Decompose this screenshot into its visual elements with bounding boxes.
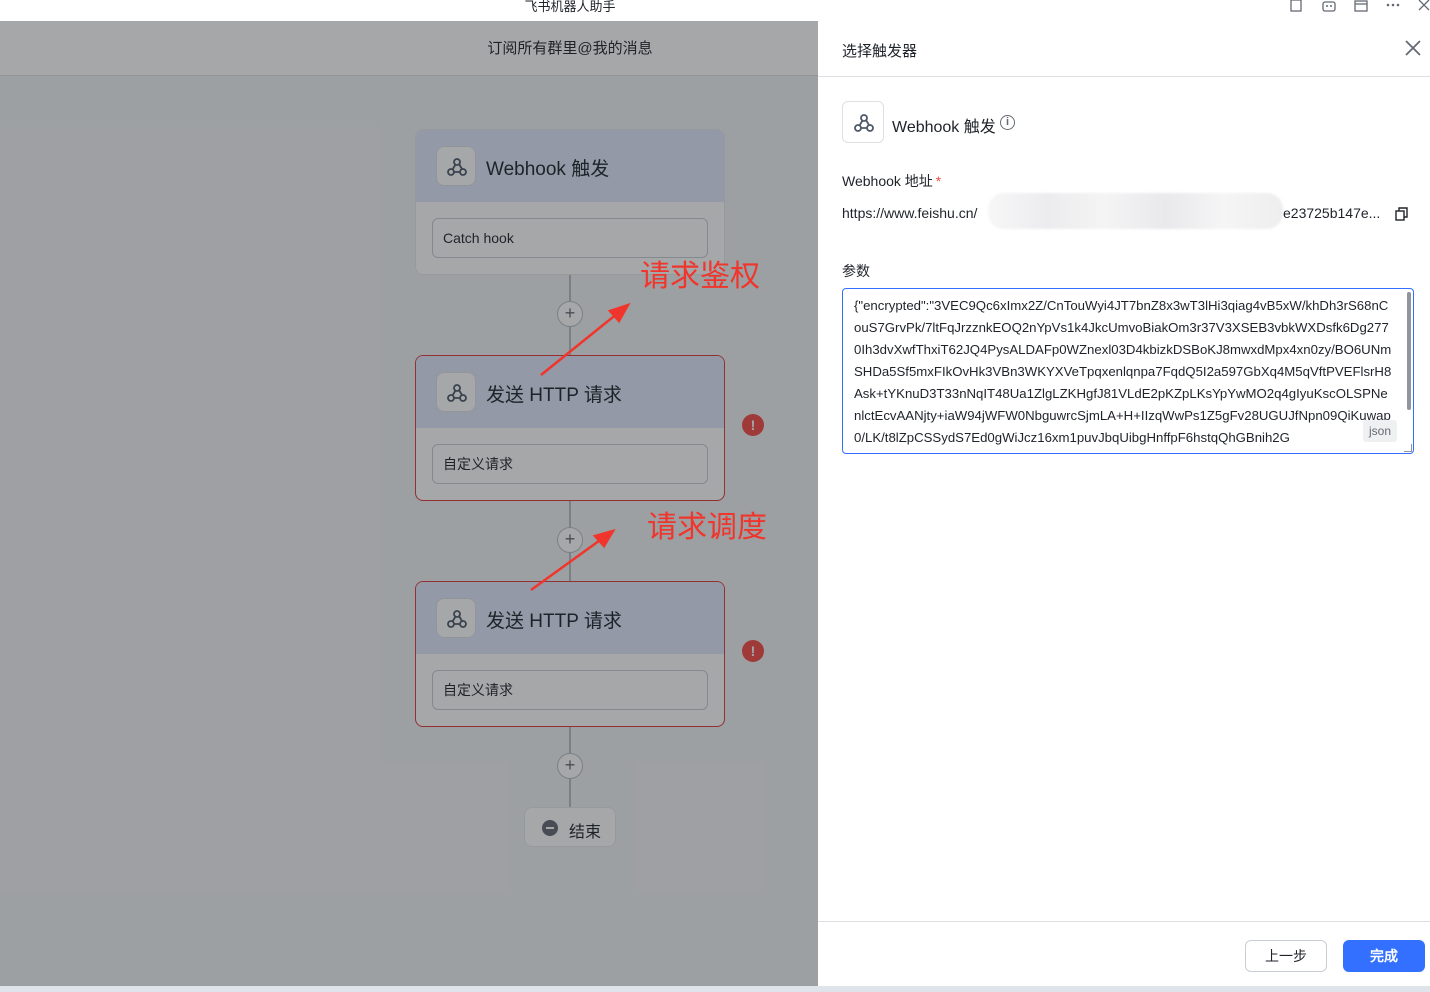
annotation-arrows [530,302,631,592]
format-tag: json [1363,420,1398,442]
window-close-icon[interactable] [1414,0,1430,16]
required-mark: * [935,173,942,189]
scrollbar[interactable] [1407,292,1411,410]
resize-handle[interactable] [1404,444,1412,452]
done-button[interactable]: 完成 [1343,940,1425,972]
previous-button[interactable]: 上一步 [1245,940,1327,972]
webhook-url-end: e23725b147e... [1283,205,1381,221]
close-icon[interactable] [1404,39,1422,57]
webhook-icon [842,101,884,143]
workflow-canvas: 订阅所有群里@我的消息 + + + Webhook 触发 Catch hook … [0,21,818,992]
webhook-url-label: Webhook 地址 * [842,171,941,191]
bottom-strip [0,986,1430,992]
drawer-title: 选择触发器 [842,43,918,60]
robot-icon[interactable] [1319,0,1339,16]
drawer-header: 选择触发器 [818,21,1430,77]
params-value[interactable]: {"encrypted":"3VEC9Qc6xImx2Z/CnTouWyi4JT… [854,295,1394,449]
webhook-url-start: https://www.feishu.cn/ [842,205,978,221]
drawer-footer: 上一步 完成 [818,921,1430,992]
trigger-drawer: 选择触发器 Webhook 触发 i Webhook 地址 * https://w… [818,21,1430,992]
arrow-schedule [530,536,604,592]
window-layout-icon[interactable] [1351,0,1371,16]
params-textarea[interactable]: {"encrypted":"3VEC9Qc6xImx2Z/CnTouWyi4JT… [842,288,1414,454]
params-label: 参数 [842,263,870,279]
window-titlebar: 飞书机器人助手 [0,0,1430,21]
redaction-blur [988,193,1283,229]
info-icon[interactable]: i [1000,115,1015,130]
arrow-schedule-head [592,528,616,549]
more-icon[interactable] [1383,0,1403,16]
window-title: 飞书机器人助手 [524,0,616,14]
trigger-name: Webhook 触发 [892,119,996,136]
arrow-auth [540,312,619,376]
new-window-icon[interactable] [1287,0,1307,16]
copy-icon[interactable] [1395,207,1408,221]
webhook-url-label-text: Webhook 地址 [842,173,933,189]
webhook-url: https://www.feishu.cn/ e23725b147e... [842,193,1408,229]
